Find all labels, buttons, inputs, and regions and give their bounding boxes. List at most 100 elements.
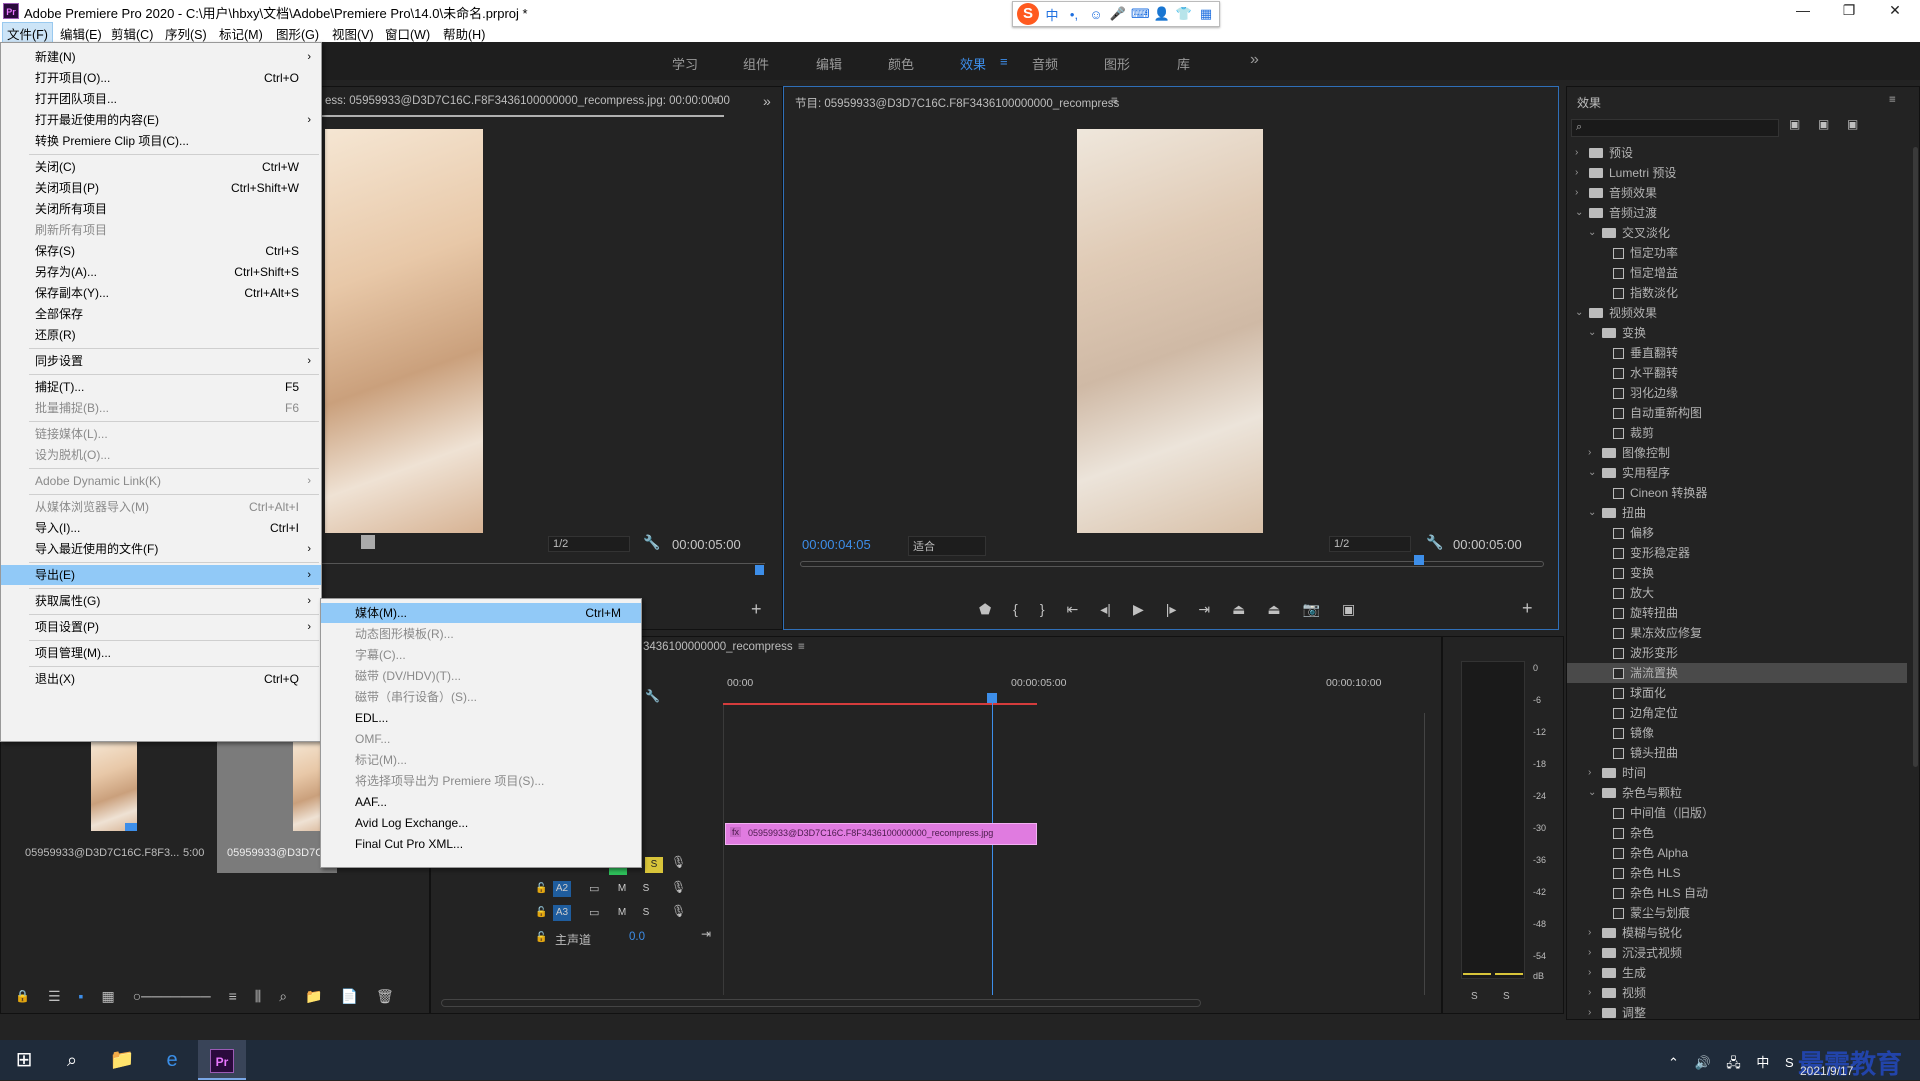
timeline-playhead-line[interactable] [992,703,993,995]
menu-item[interactable]: 关闭(C) Ctrl+W [1,157,321,177]
chevron-down-icon[interactable]: ⌄ [1575,203,1585,223]
effect-item[interactable]: 中间值（旧版） [1567,803,1907,823]
effects-folder[interactable]: › 模糊与锐化 [1567,923,1907,943]
track-a3-solo[interactable]: S [637,905,655,921]
sogou-logo-icon[interactable]: S [1017,3,1039,25]
go-to-out-icon[interactable]: ⇥ [1198,601,1210,618]
ime-user-icon[interactable]: 👤 [1153,6,1171,22]
tab-learn[interactable]: 学习 [672,54,698,73]
premiere-taskbar-icon[interactable]: Pr [198,1040,246,1080]
new-bin-icon[interactable]: 📁 [305,988,322,1005]
clear-icon[interactable]: 🗑 [376,988,394,1005]
effect-item[interactable]: 镜像 [1567,723,1907,743]
effects-folder[interactable]: ⌄ 视频效果 [1567,303,1907,323]
panel-menu-icon[interactable]: ≡ [1889,94,1896,106]
effect-item[interactable]: 果冻效应修复 [1567,623,1907,643]
effect-item[interactable]: 球面化 [1567,683,1907,703]
tab-graphics[interactable]: 图形 [1104,54,1130,73]
effect-item[interactable]: 偏移 [1567,523,1907,543]
effect-item[interactable]: 指数淡化 [1567,283,1907,303]
effects-folder[interactable]: › 调整 [1567,1003,1907,1023]
program-zoom-select[interactable]: 1/2 [1329,536,1411,552]
effects-folder[interactable]: › 视频 [1567,983,1907,1003]
ime-punctuation-icon[interactable]: •, [1065,7,1083,22]
project-item[interactable]: 05959933@D3D7C16C.F8F3... 5:00 [15,737,215,873]
menu-item[interactable]: 新建(N) › [1,47,321,67]
lock-icon[interactable]: 🔒 [15,989,30,1003]
tab-libraries[interactable]: 库 [1177,54,1190,73]
menu-item[interactable]: 媒体(M)... Ctrl+M [321,603,641,623]
chevron-right-icon[interactable]: › [1588,763,1598,783]
lock-track-icon[interactable]: 🔓 [535,907,547,918]
track-a2-label[interactable]: A2 [553,881,571,897]
menu-item[interactable]: EDL... [321,708,641,728]
step-back-icon[interactable]: ◂| [1100,601,1111,618]
timeline-horizontal-scrollbar[interactable] [441,999,1201,1007]
effects-folder[interactable]: ⌄ 扭曲 [1567,503,1907,523]
chevron-right-icon[interactable]: › [1588,983,1598,1003]
menu-item[interactable]: 导出(E) › [1,565,321,585]
mic-icon[interactable]: 🎙 [671,855,686,869]
wrench-icon[interactable]: 🔧 [645,689,660,703]
freeform-view-icon[interactable]: ▦ [101,988,114,1005]
menu-item[interactable]: 保存副本(Y)... Ctrl+Alt+S [1,283,321,303]
source-playhead[interactable] [755,565,764,575]
menu-item[interactable]: 打开项目(O)... Ctrl+O [1,68,321,88]
search-icon[interactable]: ⌕ [48,1040,96,1080]
automate-icon[interactable]: ⫼ [255,988,261,1005]
effects-folder[interactable]: ⌄ 实用程序 [1567,463,1907,483]
effect-item[interactable]: 蒙尘与划痕 [1567,903,1907,923]
work-area-bar[interactable] [723,703,1037,705]
menu-item[interactable]: 导入(I)... Ctrl+I [1,518,321,538]
menu-item[interactable]: 转换 Premiere Clip 项目(C)... [1,131,321,151]
chevron-right-icon[interactable]: › [1588,963,1598,983]
chevron-right-icon[interactable]: › [1575,183,1585,203]
effect-item[interactable]: 杂色 Alpha [1567,843,1907,863]
ime-chinese-mode[interactable]: 中 [1043,5,1061,24]
panel-menu-icon[interactable]: ≡ [713,95,720,107]
meter-solo-right[interactable]: S [1503,991,1510,1002]
effect-item[interactable]: 水平翻转 [1567,363,1907,383]
menu-item[interactable]: Final Cut Pro XML... [321,834,641,854]
project-item-selected[interactable]: 05959933@D3D7C [217,733,337,873]
menu-item[interactable]: Avid Log Exchange... [321,813,641,833]
effects-folder[interactable]: › 音频效果 [1567,183,1907,203]
timeline-vertical-scrollbar[interactable] [1424,713,1430,995]
effects-folder[interactable]: ⌄ 杂色与颗粒 [1567,783,1907,803]
ime-keyboard-icon[interactable]: ⌨ [1131,6,1150,22]
tab-audio[interactable]: 音频 [1032,54,1058,73]
file-explorer-icon[interactable]: 📁 [98,1040,146,1080]
more-workspaces-icon[interactable]: » [1250,51,1259,69]
menu-view[interactable]: 视图(V) [332,24,374,43]
maximize-button[interactable]: ❐ [1826,0,1872,22]
wrench-icon[interactable]: 🔧 [1426,534,1443,551]
add-button-icon[interactable]: + [751,599,762,620]
new-item-icon[interactable]: 📄 [341,988,358,1005]
effect-item[interactable]: 旋转扭曲 [1567,603,1907,623]
timeline-clip[interactable]: fx 05959933@D3D7C16C.F8F3436100000000_re… [725,823,1037,845]
menu-marker[interactable]: 标记(M) [219,24,263,43]
menu-window[interactable]: 窗口(W) [385,24,430,43]
source-scrub-bar[interactable] [321,563,765,564]
source-zoom-select[interactable]: 1/2 [548,536,630,552]
tab-editing[interactable]: 编辑 [816,54,842,73]
windows-start-icon[interactable]: ⊞ [0,1040,48,1080]
effects-search-input[interactable]: ⌕ [1571,119,1779,137]
mic-icon[interactable]: 🎙 [671,880,686,894]
effect-item[interactable]: 变换 [1567,563,1907,583]
menu-sequence[interactable]: 序列(S) [165,24,207,43]
effect-item[interactable]: 镜头扭曲 [1567,743,1907,763]
timeline-playhead-handle[interactable] [987,693,997,703]
chevron-down-icon[interactable]: ⌄ [1588,503,1598,523]
menu-item[interactable]: 项目管理(M)... [1,643,321,663]
effect-item[interactable]: 自动重新构图 [1567,403,1907,423]
menu-item[interactable]: 关闭所有项目 [1,199,321,219]
minimize-button[interactable]: — [1780,0,1826,22]
effect-item[interactable]: 变形稳定器 [1567,543,1907,563]
list-view-icon[interactable]: ☰ [48,988,61,1005]
menu-item[interactable]: 保存(S) Ctrl+S [1,241,321,261]
menu-item[interactable]: 导入最近使用的文件(F) › [1,539,321,559]
program-playhead[interactable] [1414,555,1424,565]
sync-lock-icon[interactable]: ▭ [589,882,599,895]
sort-icon[interactable]: ≡ [229,988,237,1004]
